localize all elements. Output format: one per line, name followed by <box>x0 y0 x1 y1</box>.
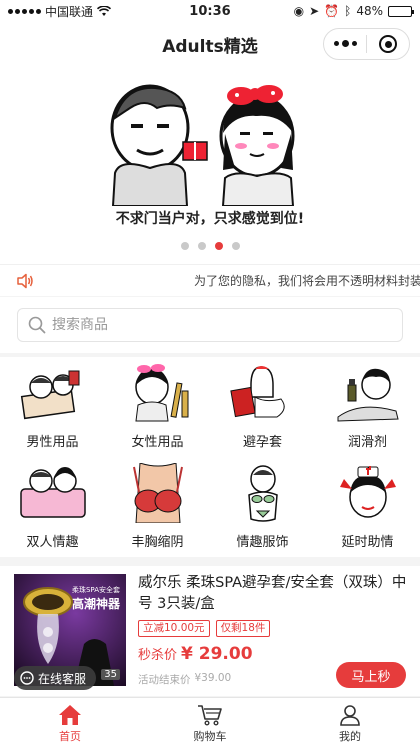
category-label: 延时助情 <box>341 535 394 550</box>
location-icon: ➤ <box>309 4 320 18</box>
original-price: ¥39.00 <box>194 672 232 684</box>
target-icon <box>379 35 397 53</box>
product-image-small-text: 柔珠SPA安全套 <box>72 585 120 594</box>
carousel-dot[interactable] <box>231 242 240 250</box>
status-bar: 中国联通 10:36 ◉ ➤ ⏰ ᛒ 48% <box>0 0 420 22</box>
banner-caption: 不求门当户对，只求感觉到位! <box>115 211 305 227</box>
close-mini-program-button[interactable] <box>367 29 409 59</box>
category-lubricant[interactable]: 润滑剂 <box>315 357 420 457</box>
lubricant-icon <box>337 368 399 422</box>
category-label: 润滑剂 <box>347 435 387 450</box>
status-left: 中国联通 <box>8 3 148 20</box>
search-section <box>0 297 420 353</box>
category-delay-aids[interactable]: 延时助情 <box>315 457 420 557</box>
condoms-icon <box>229 366 285 418</box>
breast-care-icon <box>132 463 183 523</box>
category-lingerie[interactable]: 情趣服饰 <box>210 457 315 557</box>
battery-percent: 48% <box>356 4 383 18</box>
price-value: ¥ 29.00 <box>181 644 253 664</box>
home-icon <box>59 705 81 725</box>
privacy-notice: 为了您的隐私，我们将会用不透明材料封装 <box>0 264 420 296</box>
chat-icon <box>20 671 34 685</box>
male-products-icon <box>20 370 79 420</box>
bluetooth-icon: ᛒ <box>344 4 352 18</box>
tab-label: 购物车 <box>193 730 227 743</box>
product-tags: 立减10.00元 仅剩18件 <box>138 620 271 637</box>
category-condoms[interactable]: 避孕套 <box>210 357 315 457</box>
category-label: 男性用品 <box>26 435 79 450</box>
tab-home[interactable]: 首页 <box>0 698 140 747</box>
original-price-label: 活动结束价 <box>138 674 191 686</box>
search-input[interactable] <box>52 317 392 333</box>
product-image-big-text: 高潮神器 <box>72 596 121 611</box>
image-badge: 35 <box>101 669 120 680</box>
page-title: Adults精选 <box>162 36 258 57</box>
lingerie-icon <box>247 465 278 522</box>
more-dots-icon <box>333 40 357 47</box>
carousel-dot[interactable] <box>197 242 206 250</box>
notice-marquee-text: 为了您的隐私，我们将会用不透明材料封装 <box>194 274 420 288</box>
delay-aids-icon <box>339 466 396 518</box>
user-icon <box>340 705 360 726</box>
nav-bar: Adults精选 <box>0 22 420 66</box>
category-grid: 男性用品 女性用品 避孕套 润滑剂 双人情趣 丰胸缩阴 情趣服饰 延时助情 <box>0 357 420 557</box>
buy-now-button[interactable]: 马上秒 <box>336 662 406 688</box>
tab-label: 首页 <box>59 730 81 743</box>
wifi-icon <box>97 5 112 16</box>
search-bar[interactable] <box>17 308 403 342</box>
category-label: 丰胸缩阴 <box>131 535 184 550</box>
more-button[interactable] <box>324 29 366 59</box>
lock-rotation-icon: ◉ <box>293 4 305 18</box>
status-right: ◉ ➤ ⏰ ᛒ 48% <box>293 4 414 18</box>
alarm-icon: ⏰ <box>324 4 340 18</box>
female-products-icon <box>134 364 188 422</box>
category-label: 女性用品 <box>131 435 184 450</box>
search-icon <box>28 316 46 334</box>
online-service-label: 在线客服 <box>38 671 87 686</box>
couple-fun-icon <box>19 467 86 518</box>
category-couple-fun[interactable]: 双人情趣 <box>0 457 105 557</box>
cart-icon <box>198 705 222 726</box>
category-male-products[interactable]: 男性用品 <box>0 357 105 457</box>
tab-profile[interactable]: 我的 <box>280 698 420 747</box>
banner-carousel[interactable]: 不求门当户对，只求感觉到位! <box>0 66 420 264</box>
capsule-menu <box>323 28 410 60</box>
battery-icon <box>388 5 414 17</box>
signal-icon <box>8 8 41 14</box>
discount-tag: 立减10.00元 <box>138 620 210 637</box>
tab-label: 我的 <box>339 730 361 743</box>
tab-cart[interactable]: 购物车 <box>140 698 280 747</box>
original-price-row: 活动结束价 ¥39.00 <box>138 672 231 687</box>
stock-tag: 仅剩18件 <box>215 620 271 637</box>
category-breast-care[interactable]: 丰胸缩阴 <box>105 457 210 557</box>
category-label: 避孕套 <box>242 435 282 450</box>
banner-illustration <box>110 84 295 206</box>
price-label: 秒杀价 <box>138 648 178 663</box>
online-service-button[interactable]: 在线客服 <box>14 666 97 690</box>
product-name[interactable]: 威尔乐 柔珠SPA避孕套/安全套（双珠）中号 3只装/盒 <box>138 573 408 615</box>
bottom-tab-bar: 首页 购物车 我的 <box>0 697 420 747</box>
carousel-dot-active[interactable] <box>214 242 223 250</box>
category-label: 双人情趣 <box>26 535 79 550</box>
price-row: 秒杀价 ¥ 29.00 <box>138 644 253 664</box>
category-female-products[interactable]: 女性用品 <box>105 357 210 457</box>
carousel-dot[interactable] <box>180 242 189 250</box>
speaker-icon <box>17 273 33 288</box>
carousel-indicator <box>0 242 420 250</box>
category-label: 情趣服饰 <box>236 535 289 550</box>
mini-program-page: 中国联通 10:36 ◉ ➤ ⏰ ᛒ 48% Adults精选 不求门当户对，只… <box>0 0 420 747</box>
carrier-name: 中国联通 <box>45 4 94 19</box>
